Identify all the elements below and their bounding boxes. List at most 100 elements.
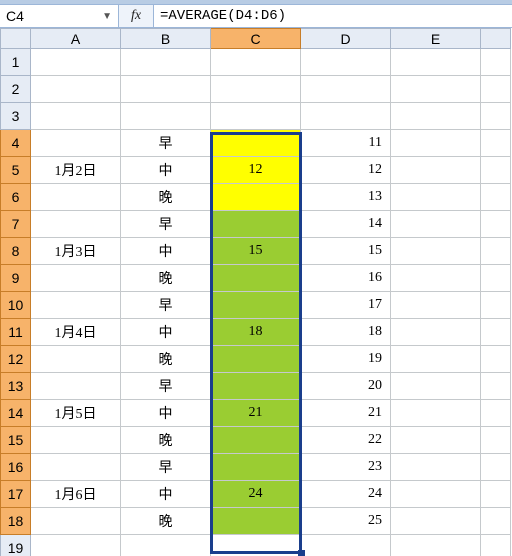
- cell-E13[interactable]: [391, 373, 481, 400]
- cell-B17[interactable]: 中: [121, 481, 211, 508]
- cell-F15[interactable]: [481, 427, 511, 454]
- cell-B2[interactable]: [121, 76, 211, 103]
- column-header-E[interactable]: E: [391, 29, 481, 49]
- cell-C13[interactable]: [211, 373, 301, 400]
- cell-A3[interactable]: [31, 103, 121, 130]
- cell-E6[interactable]: [391, 184, 481, 211]
- spreadsheet-grid[interactable]: ABCDE 1234早1151月2日中12126晚137早1481月3日中151…: [0, 28, 511, 556]
- cell-C2[interactable]: [211, 76, 301, 103]
- cell-C3[interactable]: [211, 103, 301, 130]
- row-header-3[interactable]: 3: [1, 103, 31, 130]
- cell-D9[interactable]: 16: [301, 265, 391, 292]
- cell-C19[interactable]: [211, 535, 301, 556]
- select-all-corner[interactable]: [1, 29, 31, 49]
- cell-B6[interactable]: 晚: [121, 184, 211, 211]
- cell-D13[interactable]: 20: [301, 373, 391, 400]
- cell-F3[interactable]: [481, 103, 511, 130]
- cell-F5[interactable]: [481, 157, 511, 184]
- cell-B4[interactable]: 早: [121, 130, 211, 157]
- cell-E9[interactable]: [391, 265, 481, 292]
- row-header-14[interactable]: 14: [1, 400, 31, 427]
- cell-B1[interactable]: [121, 49, 211, 76]
- cell-E14[interactable]: [391, 400, 481, 427]
- cell-C5[interactable]: 12: [211, 157, 301, 184]
- cell-D14[interactable]: 21: [301, 400, 391, 427]
- cell-B19[interactable]: [121, 535, 211, 556]
- cell-F14[interactable]: [481, 400, 511, 427]
- cell-C16[interactable]: [211, 454, 301, 481]
- row-header-12[interactable]: 12: [1, 346, 31, 373]
- row-header-16[interactable]: 16: [1, 454, 31, 481]
- cell-A10[interactable]: [31, 292, 121, 319]
- cell-C18[interactable]: [211, 508, 301, 535]
- cell-B10[interactable]: 早: [121, 292, 211, 319]
- cell-B15[interactable]: 晚: [121, 427, 211, 454]
- cell-F13[interactable]: [481, 373, 511, 400]
- row-header-7[interactable]: 7: [1, 211, 31, 238]
- cell-F4[interactable]: [481, 130, 511, 157]
- cell-B14[interactable]: 中: [121, 400, 211, 427]
- cell-A12[interactable]: [31, 346, 121, 373]
- cell-C10[interactable]: [211, 292, 301, 319]
- cell-E1[interactable]: [391, 49, 481, 76]
- cell-C15[interactable]: [211, 427, 301, 454]
- cell-B8[interactable]: 中: [121, 238, 211, 265]
- cell-F6[interactable]: [481, 184, 511, 211]
- cell-B12[interactable]: 晚: [121, 346, 211, 373]
- cell-D15[interactable]: 22: [301, 427, 391, 454]
- row-header-2[interactable]: 2: [1, 76, 31, 103]
- cell-D2[interactable]: [301, 76, 391, 103]
- cell-D16[interactable]: 23: [301, 454, 391, 481]
- cell-C4[interactable]: [211, 130, 301, 157]
- cell-D7[interactable]: 14: [301, 211, 391, 238]
- cell-A16[interactable]: [31, 454, 121, 481]
- cell-A5[interactable]: 1月2日: [31, 157, 121, 184]
- cell-C8[interactable]: 15: [211, 238, 301, 265]
- name-box[interactable]: C4 ▼: [0, 5, 119, 27]
- cell-F2[interactable]: [481, 76, 511, 103]
- column-header-D[interactable]: D: [301, 29, 391, 49]
- cell-C1[interactable]: [211, 49, 301, 76]
- cell-E7[interactable]: [391, 211, 481, 238]
- cell-C11[interactable]: 18: [211, 319, 301, 346]
- cell-F10[interactable]: [481, 292, 511, 319]
- column-header-A[interactable]: A: [31, 29, 121, 49]
- row-header-18[interactable]: 18: [1, 508, 31, 535]
- cell-F9[interactable]: [481, 265, 511, 292]
- cell-B11[interactable]: 中: [121, 319, 211, 346]
- cell-F19[interactable]: [481, 535, 511, 556]
- formula-input[interactable]: =AVERAGE(D4:D6): [154, 5, 512, 27]
- cell-A13[interactable]: [31, 373, 121, 400]
- cell-F1[interactable]: [481, 49, 511, 76]
- fx-button[interactable]: fx: [119, 5, 154, 27]
- cell-F11[interactable]: [481, 319, 511, 346]
- cell-E16[interactable]: [391, 454, 481, 481]
- row-header-4[interactable]: 4: [1, 130, 31, 157]
- cell-A2[interactable]: [31, 76, 121, 103]
- cell-D3[interactable]: [301, 103, 391, 130]
- cell-A19[interactable]: [31, 535, 121, 556]
- row-header-13[interactable]: 13: [1, 373, 31, 400]
- cell-D8[interactable]: 15: [301, 238, 391, 265]
- cell-D11[interactable]: 18: [301, 319, 391, 346]
- cell-B3[interactable]: [121, 103, 211, 130]
- cell-D17[interactable]: 24: [301, 481, 391, 508]
- row-header-11[interactable]: 11: [1, 319, 31, 346]
- cell-E18[interactable]: [391, 508, 481, 535]
- row-header-15[interactable]: 15: [1, 427, 31, 454]
- cell-A7[interactable]: [31, 211, 121, 238]
- cell-C17[interactable]: 24: [211, 481, 301, 508]
- cell-E19[interactable]: [391, 535, 481, 556]
- cell-D12[interactable]: 19: [301, 346, 391, 373]
- cell-D19[interactable]: [301, 535, 391, 556]
- cell-E5[interactable]: [391, 157, 481, 184]
- cell-A1[interactable]: [31, 49, 121, 76]
- cell-B5[interactable]: 中: [121, 157, 211, 184]
- cell-F16[interactable]: [481, 454, 511, 481]
- cell-E10[interactable]: [391, 292, 481, 319]
- cell-C9[interactable]: [211, 265, 301, 292]
- row-header-17[interactable]: 17: [1, 481, 31, 508]
- cell-B13[interactable]: 早: [121, 373, 211, 400]
- cell-B18[interactable]: 晚: [121, 508, 211, 535]
- row-header-10[interactable]: 10: [1, 292, 31, 319]
